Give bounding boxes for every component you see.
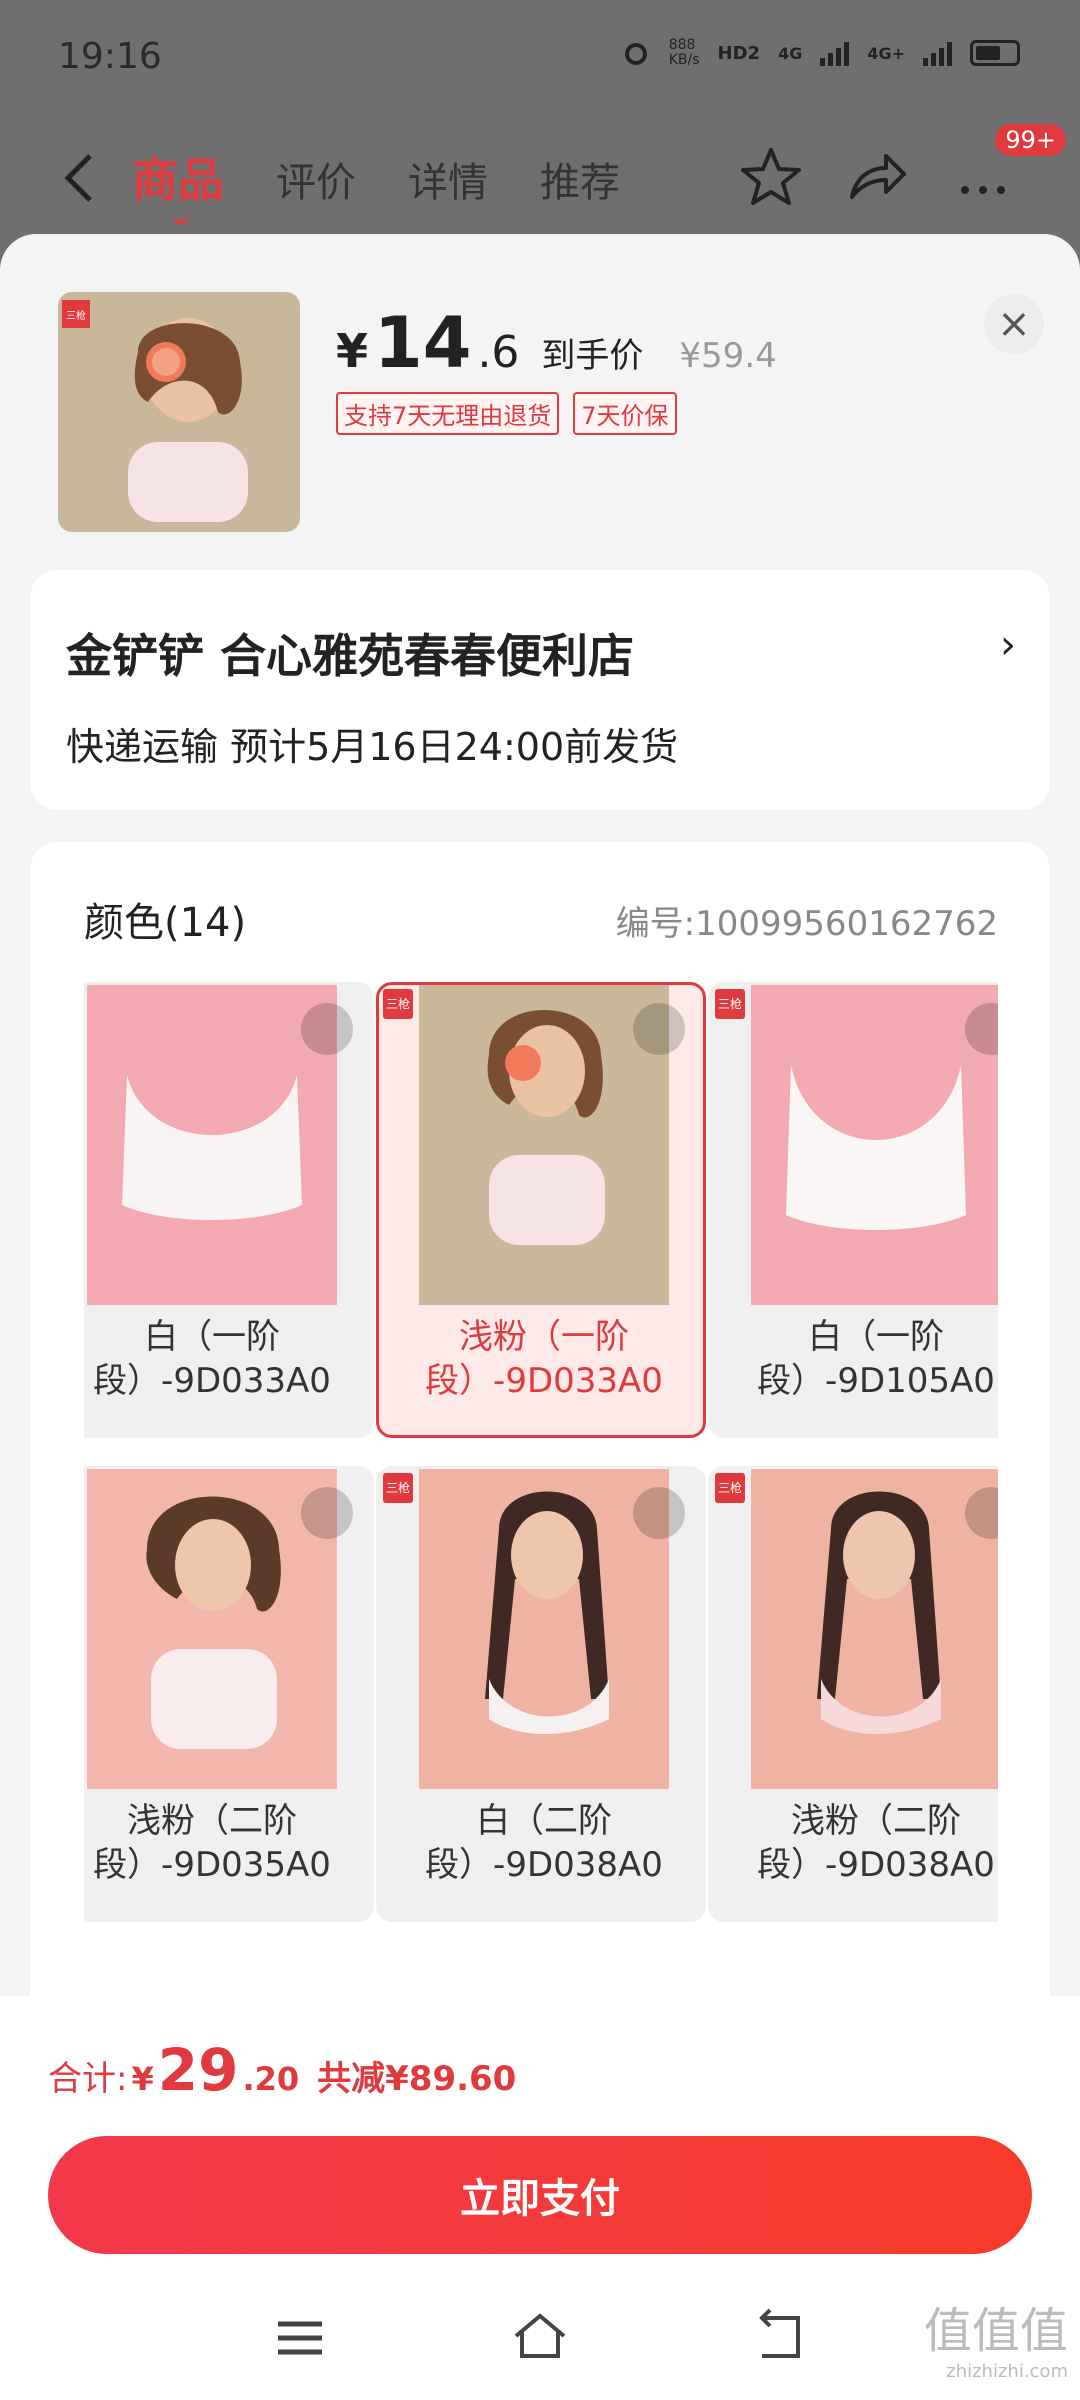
option-label: 白（一阶 段）-9D033A0 [93, 1317, 331, 1401]
total-integer: 29 [157, 2036, 239, 2104]
status-time: 19:16 [58, 36, 162, 77]
tab-product[interactable]: 商品 [132, 144, 224, 224]
color-option[interactable]: 三枪 白（二阶 段）-9D038A0 [376, 1466, 706, 1922]
product-thumbnail[interactable]: 三枪 [58, 292, 300, 532]
status-icons: 888 KB/s HD2 4G 4G+ [621, 38, 1020, 68]
color-selector-card: 颜色(14) 编号:10099560162762 三枪 白（一阶段）-9D033… [30, 842, 1050, 2082]
total-currency: ¥ [131, 2060, 154, 2098]
sku-number: 编号:10099560162762 [615, 904, 998, 944]
battery-icon [970, 40, 1020, 66]
product-top-nav: 商品 评价 详情 推荐 99+ [0, 120, 1080, 240]
expand-icon[interactable] [301, 1003, 353, 1055]
color-option-selected[interactable]: 三枪 浅粉（一阶 段）-9D033A0 [376, 982, 706, 1438]
price-protection-tag: 7天价保 [573, 392, 677, 435]
brand-logo: 三枪 [715, 989, 745, 1019]
close-icon: × [997, 301, 1031, 347]
sku-selection-sheet: 三枪 ¥ 14 .6 到手价 ¥59.4 支持7天无理由退货 7天价保 × 金铲… [0, 234, 1080, 2400]
option-image [87, 1469, 337, 1789]
favorite-star-icon[interactable] [736, 142, 806, 212]
brand-logo: 三枪 [383, 1473, 413, 1503]
tab-details[interactable]: 详情 [408, 150, 488, 208]
original-price: ¥59.4 [679, 336, 777, 376]
back-arrow-icon[interactable] [52, 148, 112, 208]
discount-total: 共减¥89.60 [317, 2059, 517, 2099]
color-section-title: 颜色(14) [84, 900, 247, 946]
brand-logo: 三枪 [383, 989, 413, 1019]
total-label: 合计: [48, 2059, 128, 2099]
watermark: 值值值 zhizhizhi.com [923, 2303, 1068, 2382]
expand-icon[interactable] [633, 1003, 685, 1055]
color-options-grid[interactable]: 三枪 白（一阶段）-9D033A0 三枪 浅粉（一阶段）-9D033A0 三枪 … [84, 982, 998, 1942]
tab-reviews[interactable]: 评价 [276, 150, 356, 208]
menu-icon[interactable] [268, 2306, 332, 2370]
checkout-footer: 合计: ¥ 29 .20 共减¥89.60 立即支付 值值值 zhizhizhi.… [0, 1996, 1080, 2400]
option-image [751, 985, 998, 1305]
signal-4g-plus-label: 4G+ [867, 43, 905, 63]
notification-badge: 99+ [995, 124, 1066, 156]
share-icon[interactable] [842, 142, 912, 212]
signal-4g-label: 4G [778, 43, 803, 63]
signal-icon-2 [923, 40, 952, 66]
shipping-info: 快递运输 预计5月16日24:00前发货 [66, 725, 679, 769]
store-name: 金铲铲 合心雅苑春春便利店 [66, 629, 635, 683]
option-image [87, 985, 337, 1305]
option-label: 浅粉（一阶 段）-9D033A0 [425, 1317, 663, 1401]
chevron-right-icon: › [1000, 622, 1016, 668]
brand-logo: 三枪 [715, 1473, 745, 1503]
signal-icon [820, 40, 850, 66]
system-nav-bar: 值值值 zhizhizhi.com [0, 2286, 1080, 2396]
hd-indicator: HD2 [717, 42, 761, 64]
product-photo-image: 三枪 [58, 292, 300, 532]
option-image [419, 1469, 669, 1789]
color-option[interactable]: 三枪 浅粉（二阶段）-9D035A0 [84, 1466, 374, 1922]
option-label: 白（一阶 段）-9D105A0 [757, 1317, 995, 1401]
back-nav-icon[interactable] [748, 2306, 812, 2370]
option-label: 浅粉（二阶 段）-9D038A0 [757, 1801, 995, 1885]
final-price-label: 到手价 [541, 336, 644, 376]
option-image [751, 1469, 998, 1789]
store-card[interactable]: 金铲铲 合心雅苑春春便利店 › 快递运输 预计5月16日24:00前发货 [30, 570, 1050, 810]
option-label: 白（二阶 段）-9D038A0 [425, 1801, 663, 1885]
expand-icon[interactable] [633, 1487, 685, 1539]
price-integer: 14 [374, 302, 472, 384]
color-option[interactable]: 三枪 白（一阶段）-9D033A0 [84, 982, 374, 1438]
price-currency: ¥ [336, 324, 369, 378]
status-bar: 19:16 888 KB/s HD2 4G 4G+ [0, 0, 1080, 120]
price-decimal: .6 [477, 327, 520, 378]
price-row: ¥ 14 .6 到手价 ¥59.4 [336, 302, 777, 384]
home-icon[interactable] [508, 2306, 572, 2370]
tab-recommend[interactable]: 推荐 [540, 150, 620, 208]
expand-icon[interactable] [301, 1487, 353, 1539]
total-decimal: .20 [242, 2060, 300, 2098]
close-button[interactable]: × [984, 294, 1044, 354]
pay-now-button[interactable]: 立即支付 [48, 2136, 1032, 2254]
brand-mark: 三枪 [66, 309, 86, 322]
sheet-header: 三枪 ¥ 14 .6 到手价 ¥59.4 支持7天无理由退货 7天价保 × [0, 234, 1080, 564]
option-label: 浅粉（二阶 段）-9D035A0 [93, 1801, 331, 1885]
net-speed: 888 KB/s [668, 37, 700, 68]
total-summary: 合计: ¥ 29 .20 共减¥89.60 [48, 2036, 516, 2104]
option-image [419, 985, 669, 1305]
alarm-icon [624, 43, 647, 65]
color-option[interactable]: 三枪 浅粉（二阶 段）-9D038A0 [708, 1466, 998, 1922]
service-tags: 支持7天无理由退货 7天价保 [336, 392, 677, 435]
return-policy-tag: 支持7天无理由退货 [336, 392, 560, 435]
color-option[interactable]: 三枪 白（一阶 段）-9D105A0 [708, 982, 998, 1438]
